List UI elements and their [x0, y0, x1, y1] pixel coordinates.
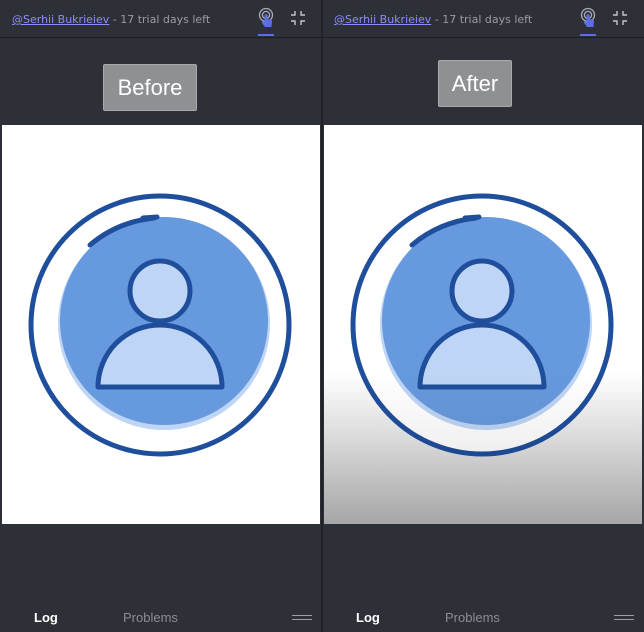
tab-problems[interactable]: Problems [123, 610, 178, 625]
tab-problems[interactable]: Problems [445, 610, 500, 625]
touch-icon[interactable] [255, 7, 277, 29]
menu-icon[interactable] [614, 615, 634, 621]
top-bar: @Serhii Bukrieiev - 17 trial days left [0, 0, 322, 38]
tab-log[interactable]: Log [356, 610, 380, 625]
after-image-canvas [324, 125, 642, 524]
top-bar: @Serhii Bukrieiev - 17 trial days left [322, 0, 644, 38]
menu-icon[interactable] [292, 615, 312, 621]
active-indicator [258, 34, 274, 36]
touch-icon[interactable] [577, 7, 599, 29]
user-profile-link[interactable]: @Serhii Bukrieiev [334, 13, 431, 26]
tab-log[interactable]: Log [34, 610, 58, 625]
active-indicator [580, 34, 596, 36]
collapse-icon[interactable] [287, 7, 309, 29]
status-separator: - [431, 13, 443, 26]
user-status: @Serhii Bukrieiev - 17 trial days left [12, 13, 210, 26]
avatar-illustration [28, 193, 292, 457]
after-label-button[interactable]: After [438, 60, 512, 107]
before-label-button[interactable]: Before [103, 64, 197, 111]
bottom-bar: Log Problems [0, 604, 322, 632]
before-image-canvas [2, 125, 320, 524]
avatar-illustration [324, 125, 642, 524]
user-status: @Serhii Bukrieiev - 17 trial days left [334, 13, 532, 26]
bottom-bar: Log Problems [322, 604, 644, 632]
user-profile-link[interactable]: @Serhii Bukrieiev [12, 13, 109, 26]
trial-days-text: 17 trial days left [120, 13, 211, 26]
collapse-icon[interactable] [609, 7, 631, 29]
status-separator: - [109, 13, 121, 26]
after-pane: @Serhii Bukrieiev - 17 trial days left A… [321, 0, 644, 632]
trial-days-text: 17 trial days left [442, 13, 533, 26]
before-pane: @Serhii Bukrieiev - 17 trial days left B… [0, 0, 322, 632]
